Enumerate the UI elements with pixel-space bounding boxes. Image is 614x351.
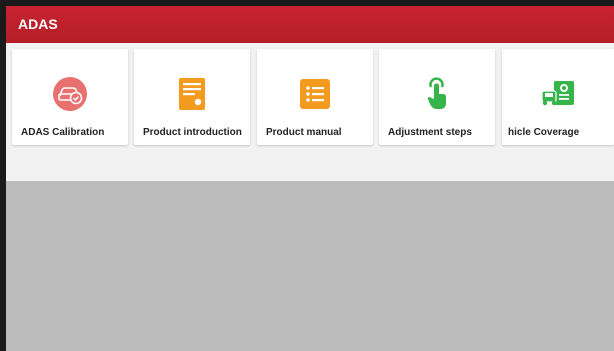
tile-label: Product introduction <box>143 127 242 138</box>
tile-adjustment-steps[interactable]: Adjustment steps <box>379 49 495 145</box>
tile-product-introduction[interactable]: Product introduction <box>134 49 250 145</box>
page-title: ADAS <box>18 16 58 32</box>
tile-adas-calibration[interactable]: ADAS Calibration <box>12 49 128 145</box>
tile-label: ADAS Calibration <box>21 127 105 138</box>
app-header: ADAS <box>6 6 614 43</box>
tile-label: Product manual <box>266 127 342 138</box>
tile-label: Adjustment steps <box>388 127 472 138</box>
tile-vehicle-coverage[interactable]: hicle Coverage <box>502 49 614 145</box>
empty-area <box>6 181 614 351</box>
vehicle-coverage-icon <box>502 77 614 111</box>
tap-hand-icon <box>379 77 495 111</box>
document-icon <box>134 77 250 111</box>
tile-product-manual[interactable]: Product manual <box>257 49 373 145</box>
car-calibration-icon <box>12 77 128 111</box>
list-icon <box>257 77 373 111</box>
tile-label: hicle Coverage <box>508 127 580 138</box>
